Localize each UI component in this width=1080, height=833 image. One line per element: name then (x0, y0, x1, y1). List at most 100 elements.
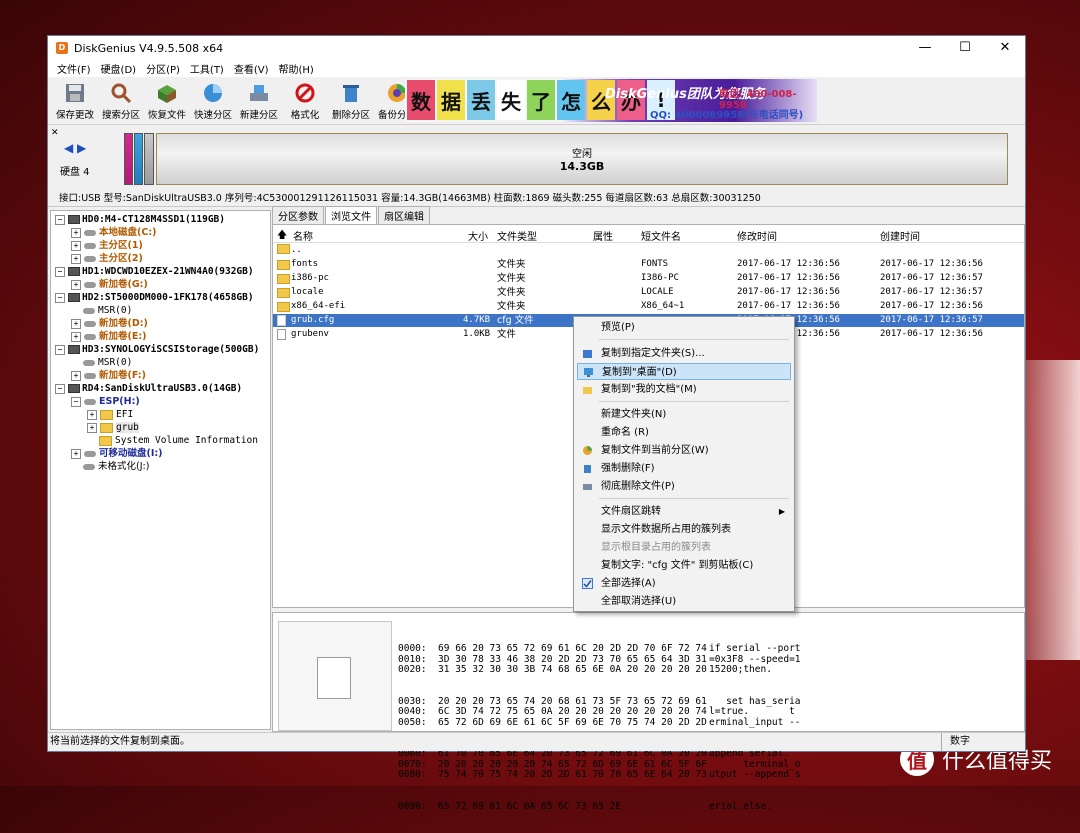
disk-nav-arrows[interactable]: ◀ ▶ (64, 141, 86, 155)
partition-icon (84, 450, 96, 457)
tree-volume[interactable]: + 主分区(1) (71, 239, 143, 252)
tab-sector-editor[interactable]: 扇区编辑 (378, 206, 430, 224)
tree-folder[interactable]: System Volume Information (99, 434, 258, 447)
menu-item-copy-to-desktop[interactable]: 复制到"桌面"(D) (577, 363, 791, 380)
tree-volume[interactable]: MSR(0) (83, 356, 132, 369)
hex-view[interactable]: 0000: 69 66 20 73 65 72 69 61 6C 20 2D 2… (398, 623, 707, 833)
menu-item-rename[interactable]: 重命名 (R) (577, 424, 791, 441)
tree-volume[interactable]: + 新加卷(D:) (71, 317, 148, 330)
ad-banner[interactable]: 数 据 丢 失 了 怎 么 办 ! DiskGenius团队为您服务 电话: 4… (405, 79, 817, 122)
partition-block[interactable] (134, 133, 143, 185)
partition-icon (84, 242, 96, 249)
menu-tools[interactable]: 工具(T) (185, 61, 229, 76)
tree-volume[interactable]: + 新加卷(F:) (71, 369, 146, 382)
menu-item-preview[interactable]: 预览(P) (577, 319, 791, 336)
delete-partition-button[interactable]: 删除分区 (328, 81, 374, 124)
partition-icon (583, 446, 592, 455)
menu-item-shred[interactable]: 彻底删除文件(P) (577, 478, 791, 495)
tree-folder[interactable]: + EFI (87, 408, 133, 421)
menu-item-deselect-all[interactable]: 全部取消选择(U) (577, 593, 791, 610)
tree-volume[interactable]: 未格式化(J:) (83, 460, 149, 473)
col-attr[interactable]: 属性 (593, 228, 613, 243)
banner-char: 数 (407, 80, 435, 120)
desktop-icon (584, 368, 593, 377)
menu-file[interactable]: 文件(F) (52, 61, 96, 76)
save-icon (66, 84, 84, 102)
trash-icon (343, 85, 359, 102)
menu-item-force-delete[interactable]: 强制删除(F) (577, 460, 791, 477)
menu-item-copy-to-folder[interactable]: 复制到指定文件夹(S)... (577, 345, 791, 362)
table-row[interactable]: i386-pc 文件夹 I386-PC 2017-06-17 12:36:56 … (273, 272, 1024, 285)
folder-icon (277, 244, 290, 254)
tree-volume[interactable]: MSR(0) (83, 304, 132, 317)
menu-partition[interactable]: 分区(P) (141, 61, 185, 76)
partition-icon (84, 281, 96, 288)
maximize-button[interactable]: ☐ (945, 36, 985, 60)
close-button[interactable]: ✕ (985, 36, 1025, 60)
new-partition-icon (250, 85, 268, 101)
banner-char: 了 (527, 80, 555, 120)
tree-volume[interactable]: + 可移动磁盘(I:) (71, 447, 163, 460)
menu-item-show-clusters[interactable]: 显示文件数据所占用的簇列表 (577, 521, 791, 538)
tree-volume[interactable]: − ESP(H:) (71, 395, 140, 408)
col-type[interactable]: 文件类型 (497, 228, 537, 243)
partition-block[interactable] (144, 133, 154, 185)
tree-disk-hd2[interactable]: − HD2:ST5000DM000-1FK178(4658GB) (55, 291, 254, 304)
tree-disk-hd0[interactable]: − HD0:M4-CT128M4SSD1(119GB) (55, 213, 225, 226)
col-short-name[interactable]: 短文件名 (641, 228, 681, 243)
recover-files-button[interactable]: 恢复文件 (144, 81, 190, 124)
tree-volume[interactable]: + 新加卷(E:) (71, 330, 146, 343)
tree-disk-hd1[interactable]: − HD1:WDCWD10EZEX-21WN4A0(932GB) (55, 265, 254, 278)
table-row[interactable]: locale 文件夹 LOCALE 2017-06-17 12:36:56 20… (273, 286, 1024, 299)
up-arrow-icon[interactable]: 🡅 (277, 228, 287, 245)
table-row[interactable]: x86_64-efi 文件夹 X86_64~1 2017-06-17 12:36… (273, 300, 1024, 313)
free-space-block[interactable]: 空闲 14.3GB (156, 133, 1008, 185)
menu-item-copy-to-documents[interactable]: 复制到"我的文档"(M) (577, 381, 791, 398)
banner-char: 失 (497, 80, 525, 120)
tree-volume[interactable]: + 新加卷(G:) (71, 278, 148, 291)
format-icon (295, 83, 315, 103)
tab-partition-params[interactable]: 分区参数 (272, 206, 324, 224)
folder-icon (100, 409, 113, 420)
main-area: − HD0:M4-CT128M4SSD1(119GB) + 本地磁盘(C:) + 主分… (48, 206, 1025, 811)
tab-browse-files[interactable]: 浏览文件 (325, 206, 377, 224)
hard-disk-icon (68, 293, 80, 302)
tree-folder-selected[interactable]: + grub (87, 421, 139, 434)
table-row[interactable]: fonts 文件夹 FONTS 2017-06-17 12:36:56 2017… (273, 258, 1024, 271)
box-icon (158, 85, 176, 103)
title-bar[interactable]: D DiskGenius V4.9.5.508 x64 — ☐ ✕ (48, 36, 1025, 60)
tree-disk-hd3[interactable]: − HD3:SYNOLOGYiSCSIStorage(500GB) (55, 343, 259, 356)
magnifier-icon (111, 83, 132, 104)
menu-view[interactable]: 查看(V) (229, 61, 274, 76)
tree-volume[interactable]: + 主分区(2) (71, 252, 143, 265)
file-icon (277, 315, 286, 326)
minimize-button[interactable]: — (905, 36, 945, 60)
ascii-view[interactable]: if serial --port =0x3F8 --speed=1 15200;th… (709, 623, 801, 833)
col-created[interactable]: 创建时间 (880, 228, 920, 243)
col-modified[interactable]: 修改时间 (737, 228, 777, 243)
save-changes-button[interactable]: 保存更改 (52, 81, 98, 124)
menu-item-new-folder[interactable]: 新建文件夹(N) (577, 406, 791, 423)
menu-item-select-all[interactable]: 全部选择(A) (577, 575, 791, 592)
menu-item-copy-text[interactable]: 复制文字: "cfg 文件" 到剪贴板(C) (577, 557, 791, 574)
menu-help[interactable]: 帮助(H) (274, 61, 319, 76)
col-name[interactable]: 名称 (293, 228, 313, 243)
format-button[interactable]: 格式化 (282, 81, 328, 124)
quick-partition-icon (204, 84, 222, 102)
folder-icon (277, 274, 290, 284)
search-partition-button[interactable]: 搜索分区 (98, 81, 144, 124)
document-icon (317, 657, 351, 699)
menu-item-copy-to-partition[interactable]: 复制文件到当前分区(W) (577, 442, 791, 459)
tree-volume[interactable]: + 本地磁盘(C:) (71, 226, 156, 239)
banner-qq: QQ: 4000089958(与电话同号) (650, 110, 804, 121)
partition-block[interactable] (124, 133, 133, 185)
table-row[interactable]: .. (273, 244, 1024, 257)
documents-folder-icon (583, 387, 592, 394)
tree-disk-rd4[interactable]: − RD4:SanDiskUltraUSB3.0(14GB) (55, 382, 242, 395)
menu-disk[interactable]: 硬盘(D) (96, 61, 142, 76)
close-icon[interactable]: ✕ (51, 128, 59, 138)
quick-partition-button[interactable]: 快速分区 (190, 81, 236, 124)
menu-item-sector-jump[interactable]: 文件扇区跳转 ▶ (577, 503, 791, 520)
col-size[interactable]: 大小 (468, 228, 488, 243)
new-partition-button[interactable]: 新建分区 (236, 81, 282, 124)
